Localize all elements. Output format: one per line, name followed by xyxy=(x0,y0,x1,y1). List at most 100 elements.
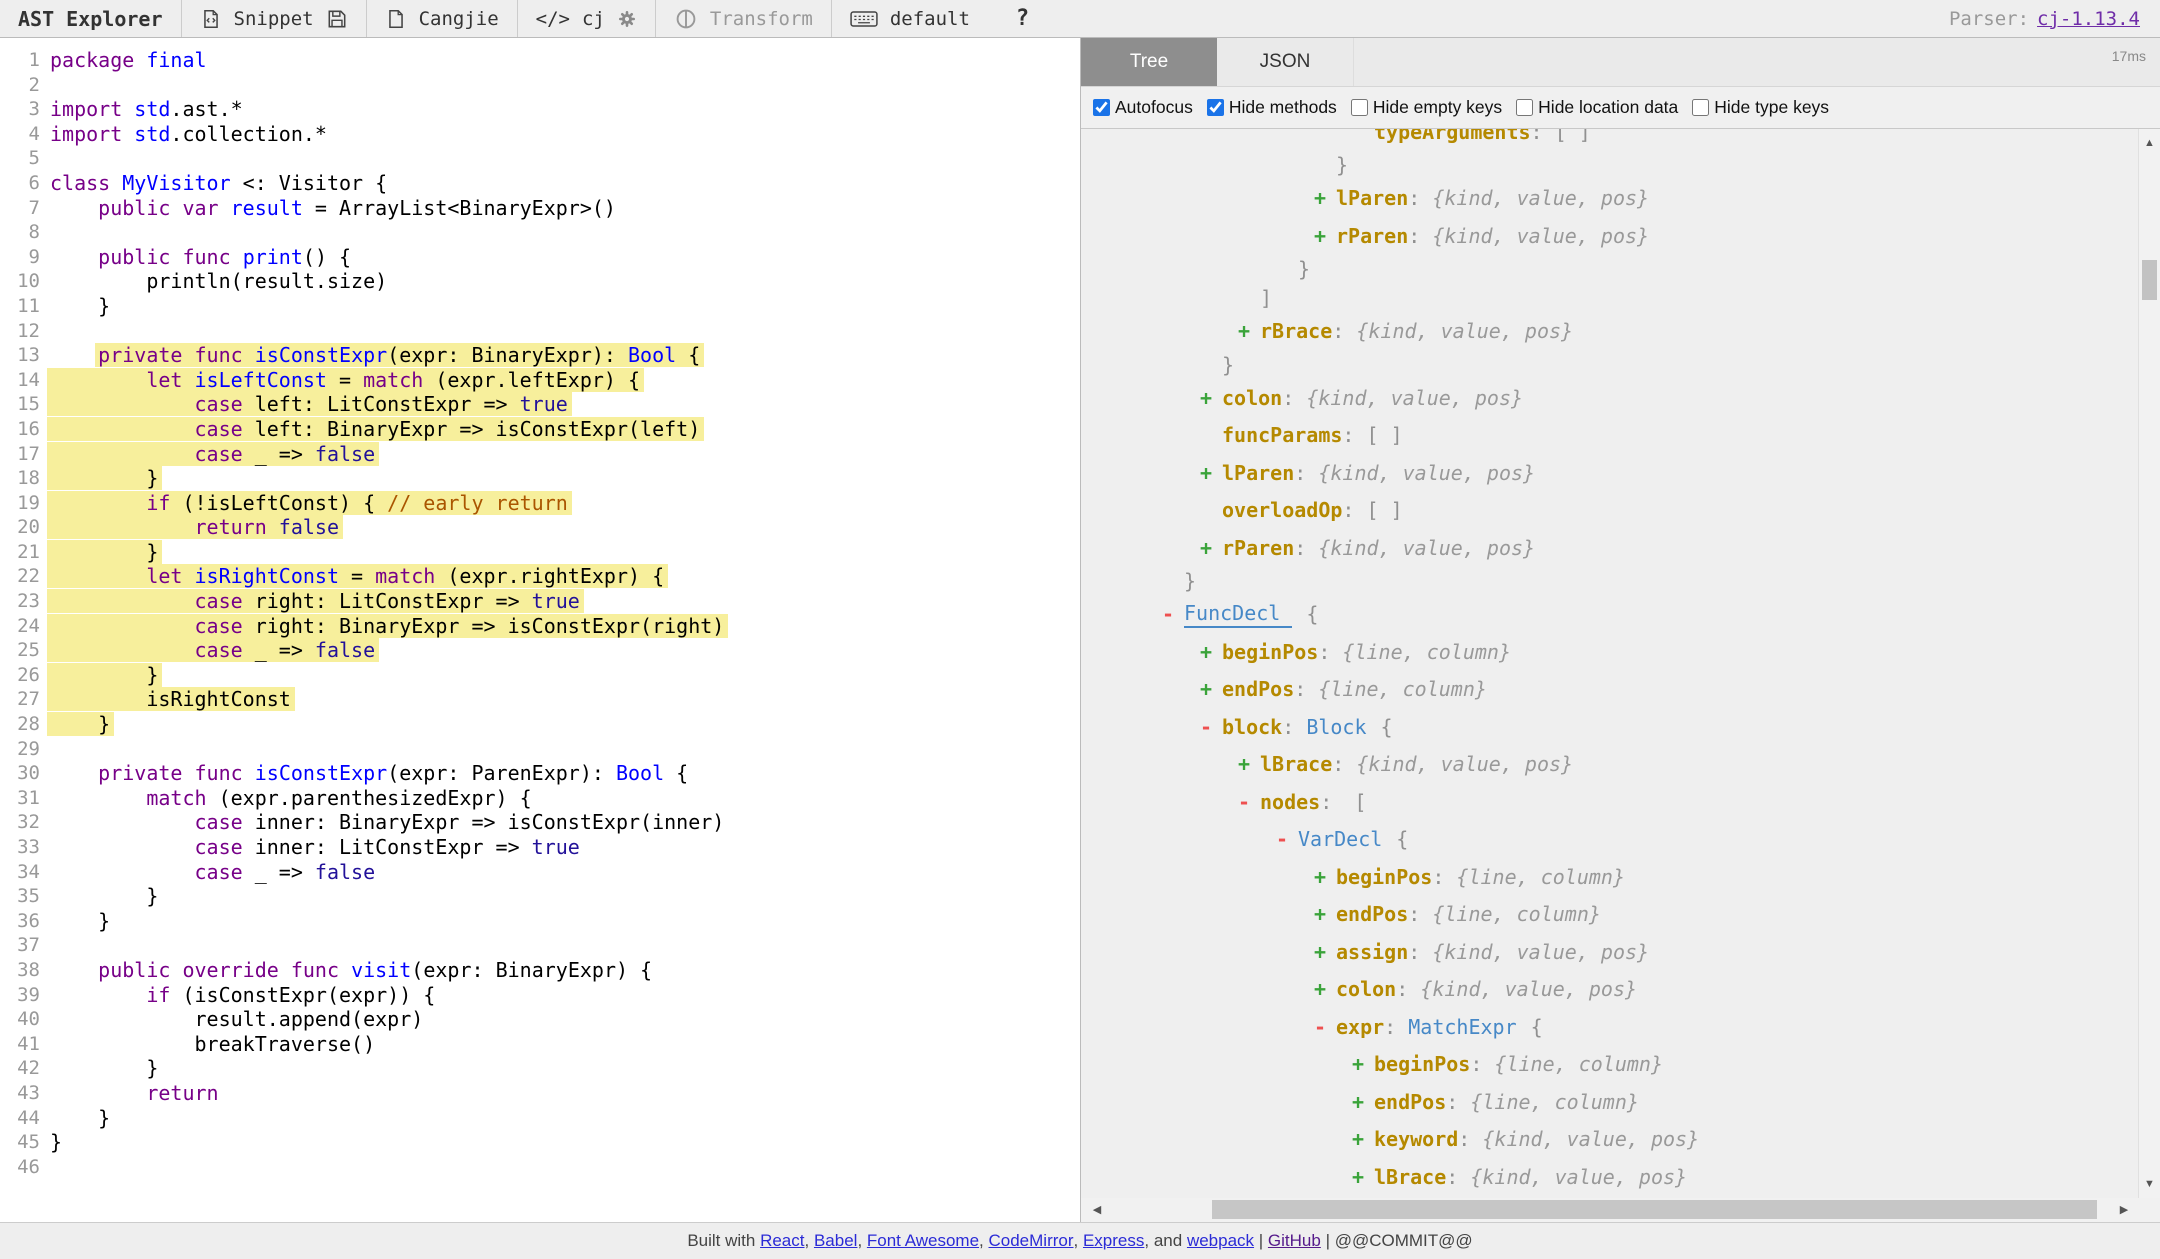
code-line[interactable]: 42 } xyxy=(0,1056,1080,1081)
tree-key[interactable]: overloadOp xyxy=(1222,498,1342,522)
code-line[interactable]: 13 private func isConstExpr(expr: Binary… xyxy=(0,343,1080,368)
expand-toggle[interactable]: + xyxy=(1314,224,1336,248)
node-type-link[interactable]: Block xyxy=(1306,715,1366,739)
code-line[interactable]: 32 case inner: BinaryExpr => isConstExpr… xyxy=(0,810,1080,835)
tree-row[interactable]: +lParen: {kind, value, pos} xyxy=(1081,180,2160,218)
code-line[interactable]: 11 } xyxy=(0,294,1080,319)
tree-key[interactable]: beginPos xyxy=(1374,1052,1470,1076)
tree-key[interactable]: funcParams xyxy=(1222,423,1342,447)
code-line[interactable]: 28 } xyxy=(0,712,1080,737)
tree-row[interactable]: -nodes: [ xyxy=(1081,783,2160,821)
tree-row[interactable]: +keyword: {kind, value, pos} xyxy=(1081,1121,2160,1159)
transform-label[interactable]: Transform xyxy=(710,8,813,30)
collapse-toggle[interactable]: - xyxy=(1200,715,1222,739)
code-line[interactable]: 29 xyxy=(0,737,1080,762)
vertical-scrollbar[interactable]: ▲ ▼ xyxy=(2138,129,2160,1198)
expand-toggle[interactable]: + xyxy=(1314,902,1336,926)
code-line[interactable]: 8 xyxy=(0,220,1080,245)
expand-toggle[interactable]: + xyxy=(1200,461,1222,485)
tree-key[interactable]: assign xyxy=(1336,940,1408,964)
code-line[interactable]: 6class MyVisitor <: Visitor { xyxy=(0,171,1080,196)
footer-link-codemirror[interactable]: CodeMirror xyxy=(988,1231,1073,1251)
scroll-right-arrow[interactable]: ▶ xyxy=(2114,1198,2134,1222)
tree-row[interactable]: +rParen: {kind, value, pos} xyxy=(1081,529,2160,567)
horizontal-scroll-thumb[interactable] xyxy=(1212,1200,2097,1219)
tree-key[interactable]: lBrace xyxy=(1260,752,1332,776)
code-line[interactable]: 1package final xyxy=(0,48,1080,73)
horizontal-scrollbar[interactable]: ◀ ▶ xyxy=(1081,1198,2160,1222)
expand-toggle[interactable]: + xyxy=(1238,752,1260,776)
code-line[interactable]: 26 } xyxy=(0,663,1080,688)
node-type-link[interactable]: MatchExpr xyxy=(1408,1015,1516,1039)
code-editor[interactable]: 1package final2 3import std.ast.*4import… xyxy=(0,38,1080,1222)
footer-link-react[interactable]: React xyxy=(760,1231,804,1251)
expand-toggle[interactable]: + xyxy=(1238,319,1260,343)
keymap-label[interactable]: default xyxy=(890,8,970,30)
tree-key[interactable]: beginPos xyxy=(1336,865,1432,889)
tree-key[interactable]: lParen xyxy=(1336,186,1408,210)
code-line[interactable]: 37 xyxy=(0,933,1080,958)
code-line[interactable]: 43 return xyxy=(0,1081,1080,1106)
code-line[interactable]: 31 match (expr.parenthesizedExpr) { xyxy=(0,786,1080,811)
tree-row[interactable]: -expr: MatchExpr{ xyxy=(1081,1008,2160,1046)
option-autofocus[interactable]: Autofocus xyxy=(1093,97,1193,118)
expand-toggle[interactable]: + xyxy=(1314,186,1336,210)
vertical-scroll-thumb[interactable] xyxy=(2142,260,2157,300)
tree-row[interactable]: -block: Block{ xyxy=(1081,708,2160,746)
code-line[interactable]: 12 xyxy=(0,319,1080,344)
option-checkbox[interactable] xyxy=(1351,99,1368,116)
code-line[interactable]: 39 if (isConstExpr(expr)) { xyxy=(0,983,1080,1008)
code-line[interactable]: 7 public var result = ArrayList<BinaryEx… xyxy=(0,196,1080,221)
expand-toggle[interactable]: + xyxy=(1352,1165,1374,1189)
code-line[interactable]: 24 case right: BinaryExpr => isConstExpr… xyxy=(0,614,1080,639)
tree-row[interactable]: +endPos: {line, column} xyxy=(1081,671,2160,709)
option-checkbox[interactable] xyxy=(1516,99,1533,116)
expand-toggle[interactable]: + xyxy=(1200,640,1222,664)
option-hide-empty-keys[interactable]: Hide empty keys xyxy=(1351,97,1502,118)
footer-link-babel[interactable]: Babel xyxy=(814,1231,857,1251)
tree-row[interactable]: overloadOp: [ ] xyxy=(1081,492,2160,530)
scroll-up-arrow[interactable]: ▲ xyxy=(2139,133,2160,153)
option-hide-methods[interactable]: Hide methods xyxy=(1207,97,1337,118)
tree-key[interactable]: nodes xyxy=(1260,790,1320,814)
expand-toggle[interactable]: + xyxy=(1314,865,1336,889)
code-line[interactable]: 27 isRightConst xyxy=(0,687,1080,712)
tree-key[interactable]: endPos xyxy=(1336,902,1408,926)
scroll-down-arrow[interactable]: ▼ xyxy=(2139,1174,2160,1194)
tree-row[interactable]: +lBrace: {kind, value, pos} xyxy=(1081,746,2160,784)
code-line[interactable]: 30 private func isConstExpr(expr: ParenE… xyxy=(0,761,1080,786)
expand-toggle[interactable]: + xyxy=(1314,977,1336,1001)
expand-toggle[interactable]: + xyxy=(1200,677,1222,701)
tree-key[interactable]: rBrace xyxy=(1260,319,1332,343)
collapse-toggle[interactable]: - xyxy=(1238,790,1260,814)
tree-row[interactable]: +beginPos: {line, column} xyxy=(1081,1046,2160,1084)
tree-row[interactable]: -FuncDecl{ xyxy=(1081,596,2160,634)
code-line[interactable]: 15 case left: LitConstExpr => true xyxy=(0,392,1080,417)
code-line[interactable]: 45} xyxy=(0,1130,1080,1155)
snippet-label[interactable]: Snippet xyxy=(234,8,314,30)
code-line[interactable]: 46 xyxy=(0,1155,1080,1180)
tree-row[interactable]: +endPos: {line, column} xyxy=(1081,1083,2160,1121)
tree-row[interactable]: -VarDecl{ xyxy=(1081,821,2160,859)
code-line[interactable]: 35 } xyxy=(0,884,1080,909)
tree-key[interactable]: endPos xyxy=(1222,677,1294,701)
scroll-left-arrow[interactable]: ◀ xyxy=(1087,1198,1107,1222)
help-button[interactable]: ? xyxy=(1006,6,1039,31)
expand-toggle[interactable]: + xyxy=(1352,1052,1374,1076)
code-line[interactable]: 14 let isLeftConst = match (expr.leftExp… xyxy=(0,368,1080,393)
tree-key[interactable]: keyword xyxy=(1374,1127,1458,1151)
collapse-toggle[interactable]: - xyxy=(1162,602,1184,626)
code-line[interactable]: 25 case _ => false xyxy=(0,638,1080,663)
option-checkbox[interactable] xyxy=(1692,99,1709,116)
code-line[interactable]: 44 } xyxy=(0,1106,1080,1131)
expand-toggle[interactable]: + xyxy=(1200,386,1222,410)
code-line[interactable]: 23 case right: LitConstExpr => true xyxy=(0,589,1080,614)
code-line[interactable]: 40 result.append(expr) xyxy=(0,1007,1080,1032)
gear-icon[interactable] xyxy=(617,9,637,29)
collapse-toggle[interactable]: - xyxy=(1314,1015,1336,1039)
code-line[interactable]: 10 println(result.size) xyxy=(0,269,1080,294)
code-line[interactable]: 19 if (!isLeftConst) { // early return xyxy=(0,491,1080,516)
file-icon[interactable] xyxy=(385,8,407,30)
footer-link-github[interactable]: GitHub xyxy=(1268,1231,1321,1251)
code-line[interactable]: 20 return false xyxy=(0,515,1080,540)
